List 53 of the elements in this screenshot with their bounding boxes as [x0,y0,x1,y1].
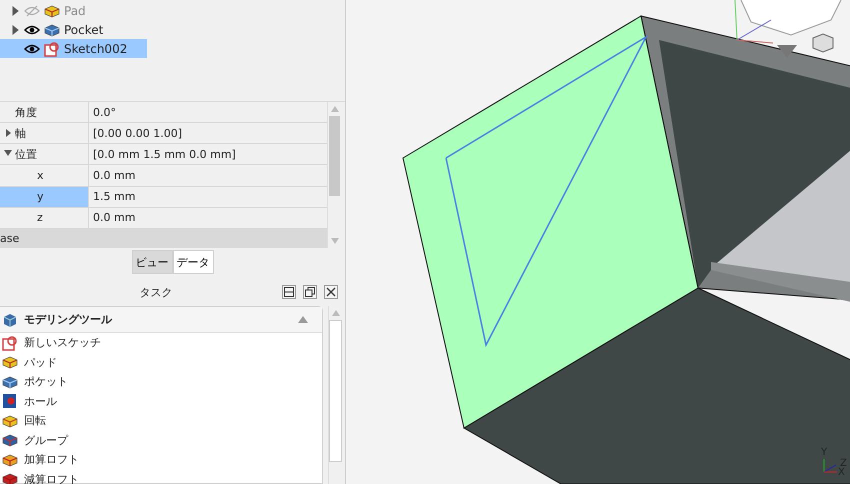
expand-icon[interactable] [4,129,12,138]
cube-icon [2,312,18,328]
tool-item[interactable]: 加算ロフト [0,450,322,470]
property-value[interactable]: 0.0 mm [89,165,136,186]
tool-item[interactable]: 減算ロフト [0,470,322,484]
feature-icon [2,471,18,484]
tool-item[interactable]: ポケット [0,372,322,392]
property-value[interactable]: 0.0 mm [89,208,136,228]
feature-icon [2,412,18,429]
sketch-icon [44,40,60,56]
tool-item[interactable]: 回転 [0,411,322,430]
float-button[interactable] [303,285,317,299]
property-group: ase [0,228,327,248]
tree-label: Pad [64,4,86,18]
axis-triad-drawing [824,458,838,472]
tool-item[interactable]: パッド [0,352,322,372]
feature-icon [2,452,18,468]
feature-icon [2,374,18,390]
tab[interactable]: データ [172,250,214,274]
tab[interactable]: ビュー [132,250,172,274]
property-name[interactable]: 位置 [0,144,89,164]
feature-icon [2,354,18,370]
navigation-cube-drawing[interactable] [734,0,842,58]
tree-label: Pocket [64,22,104,36]
property-name[interactable]: x [0,165,89,186]
property-value[interactable]: 1.5 mm [89,186,136,207]
property-name[interactable]: 軸 [0,123,89,144]
collapse-icon[interactable] [4,150,12,158]
tree-label: Sketch002 [64,42,128,56]
property-value[interactable]: [0.00 0.00 1.00] [89,123,182,144]
eye-icon[interactable] [24,42,40,54]
expand-icon[interactable] [10,6,20,16]
tool-item[interactable]: 新しいスケッチ [0,333,322,352]
tool-item[interactable]: ホール [0,392,322,411]
close-button[interactable] [324,285,338,299]
eye-icon[interactable] [24,24,40,36]
feature-icon [2,432,18,448]
part-icon [44,2,60,18]
property-value[interactable]: 0.0° [89,102,116,122]
expand-icon[interactable] [10,24,20,34]
property-name[interactable]: 角度 [0,102,89,122]
part-icon [44,22,60,38]
tree-item[interactable]: Pocket [0,20,147,39]
property-name[interactable]: y [0,186,89,207]
property-name[interactable]: z [0,208,89,228]
panel-title: タスク [138,284,174,300]
hole-icon [2,393,18,410]
tree-item[interactable]: Sketch002 [0,39,147,58]
tool-item[interactable]: グループ [0,430,322,450]
dock-button[interactable] [282,285,296,299]
scrollbar[interactable] [328,306,342,484]
property-value[interactable]: [0.0 mm 1.5 mm 0.0 mm] [89,144,236,164]
section-header[interactable]: モデリングツール [0,307,322,333]
